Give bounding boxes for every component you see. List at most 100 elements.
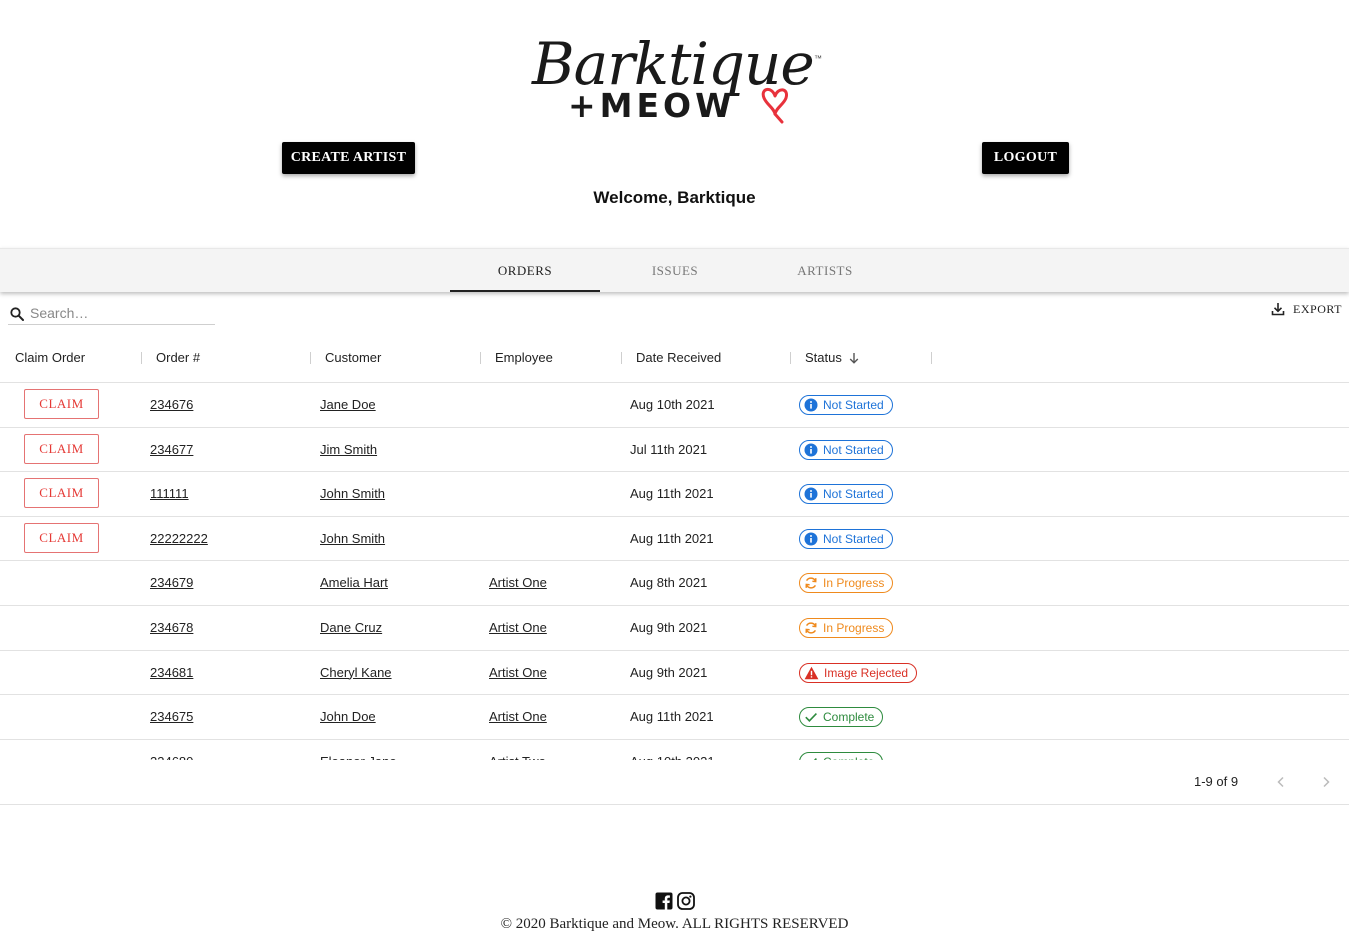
table-row: 234680 Eleanor Jane Artist Two Aug 10th 202… [0, 740, 1349, 760]
download-icon [1271, 303, 1285, 316]
claim-button[interactable]: CLAIM [24, 522, 99, 553]
employee-link[interactable]: Artist One [489, 651, 547, 695]
claim-button[interactable]: CLAIM [24, 389, 99, 419]
logout-button[interactable]: LOGOUT [982, 142, 1069, 174]
table-body: CLAIM 234676 Jane Doe Aug 10th 2021 Not Star… [0, 383, 1349, 760]
status-label: Not Started [823, 531, 884, 546]
column-separator[interactable] [480, 352, 481, 364]
customer-link[interactable]: Dane Cruz [320, 606, 382, 650]
info-icon [804, 487, 818, 501]
status-badge: Not Started [799, 395, 893, 415]
search-input[interactable] [30, 303, 210, 323]
column-header-date-received[interactable]: Date Received [636, 340, 721, 376]
employee-link[interactable]: Artist Two [489, 740, 546, 760]
order-number-link[interactable]: 234675 [150, 695, 193, 739]
status-label: Image Rejected [824, 665, 909, 680]
customer-link[interactable]: Amelia Hart [320, 561, 388, 605]
column-header-customer[interactable]: Customer [325, 340, 381, 376]
sync-icon [805, 622, 817, 634]
status-label: In Progress [823, 576, 885, 591]
previous-page-button[interactable] [1272, 773, 1290, 791]
table-row: 234681 Cheryl Kane Artist One Aug 9th 2021 I… [0, 651, 1349, 696]
heart-icon [761, 88, 788, 124]
column-header-claim-order[interactable]: Claim Order [15, 340, 85, 376]
column-separator[interactable] [141, 352, 142, 364]
export-button[interactable]: EXPORT [1271, 300, 1342, 318]
date-received: Aug 9th 2021 [630, 664, 708, 680]
logo-meow-text: +MEOW [568, 86, 736, 125]
info-icon [804, 532, 818, 546]
customer-link[interactable]: Jim Smith [320, 428, 377, 472]
date-received: Aug 11th 2021 [630, 486, 714, 502]
customer-link[interactable]: Eleanor Jane [320, 740, 397, 760]
search-icon [10, 307, 24, 321]
info-icon [804, 443, 818, 457]
status-badge: Complete [799, 707, 884, 728]
employee-link[interactable]: Artist One [489, 606, 547, 650]
create-artist-button[interactable]: CREATE ARTIST [282, 142, 415, 174]
date-received: Aug 8th 2021 [630, 575, 708, 591]
claim-button[interactable]: CLAIM [24, 433, 99, 464]
customer-link[interactable]: John Doe [320, 695, 376, 739]
tab-orders[interactable]: ORDERS [450, 249, 600, 292]
column-separator[interactable] [310, 352, 311, 364]
table-row: CLAIM 22222222 John Smith Aug 11th 2021 Not … [0, 517, 1349, 562]
sync-icon [805, 577, 817, 589]
employee-link[interactable]: Artist One [489, 695, 547, 739]
export-label: EXPORT [1293, 301, 1342, 316]
date-received: Aug 11th 2021 [630, 530, 714, 546]
logo-trademark: ™ [814, 54, 822, 63]
date-received: Aug 9th 2021 [630, 619, 708, 635]
check-icon [805, 713, 817, 723]
order-number-link[interactable]: 234678 [150, 606, 193, 650]
warning-icon [804, 666, 819, 679]
table-row: 234675 John Doe Artist One Aug 11th 2021 Com… [0, 695, 1349, 740]
status-badge: In Progress [799, 617, 894, 638]
column-header-order-number[interactable]: Order # [156, 340, 200, 376]
social-links [655, 892, 695, 910]
customer-link[interactable]: John Smith [320, 472, 385, 516]
column-header-status[interactable]: Status [805, 340, 860, 376]
employee-link[interactable]: Artist One [489, 561, 547, 605]
claim-button[interactable]: CLAIM [24, 478, 99, 509]
status-badge: Complete [799, 751, 884, 760]
table-row: CLAIM 234676 Jane Doe Aug 10th 2021 Not Star… [0, 383, 1349, 428]
order-number-link[interactable]: 111111 [150, 472, 189, 516]
customer-link[interactable]: Cheryl Kane [320, 651, 392, 695]
order-number-link[interactable]: 234677 [150, 428, 193, 472]
column-separator[interactable] [931, 352, 932, 364]
facebook-icon[interactable] [655, 892, 673, 910]
welcome-message: Welcome, Barktique [593, 188, 756, 207]
instagram-icon[interactable] [677, 892, 695, 910]
check-icon [813, 757, 817, 760]
status-badge: Not Started [799, 484, 893, 505]
customer-link[interactable]: Jane Doe [320, 383, 376, 427]
status-label: In Progress [823, 620, 885, 635]
order-number-link[interactable]: 234676 [150, 383, 193, 427]
status-label: Complete [823, 755, 874, 760]
order-number-link[interactable]: 22222222 [150, 517, 208, 561]
table-row: 234678 Dane Cruz Artist One Aug 9th 2021 In … [0, 606, 1349, 651]
column-separator[interactable] [790, 352, 791, 364]
next-page-button[interactable] [1317, 773, 1335, 791]
pagination-range: 1-9 of 9 [1194, 774, 1239, 789]
column-header-employee[interactable]: Employee [495, 340, 553, 376]
customer-link[interactable]: John Smith [320, 517, 385, 561]
column-header-status-label: Status [805, 350, 842, 365]
order-number-link[interactable]: 234681 [150, 651, 193, 695]
tab-issues[interactable]: ISSUES [600, 249, 750, 292]
table-bottom-divider [0, 804, 1349, 805]
chevron-left-icon [1277, 776, 1284, 788]
brand-logo: Barktique ™ +MEOW [528, 30, 828, 130]
date-received: Aug 11th 2021 [630, 709, 714, 725]
date-received: Aug 10th 2021 [630, 740, 715, 760]
order-number-link[interactable]: 234679 [150, 561, 193, 605]
table-header: Claim Order Order # Customer Employee Da… [0, 340, 1349, 383]
info-icon [804, 398, 818, 412]
status-label: Complete [823, 710, 875, 725]
order-number-link[interactable]: 234680 [150, 740, 193, 760]
table-row: 234679 Amelia Hart Artist One Aug 8th 2021 I… [0, 561, 1349, 606]
status-label: Not Started [823, 487, 884, 502]
column-separator[interactable] [621, 352, 622, 364]
tab-artists[interactable]: ARTISTS [750, 249, 900, 292]
